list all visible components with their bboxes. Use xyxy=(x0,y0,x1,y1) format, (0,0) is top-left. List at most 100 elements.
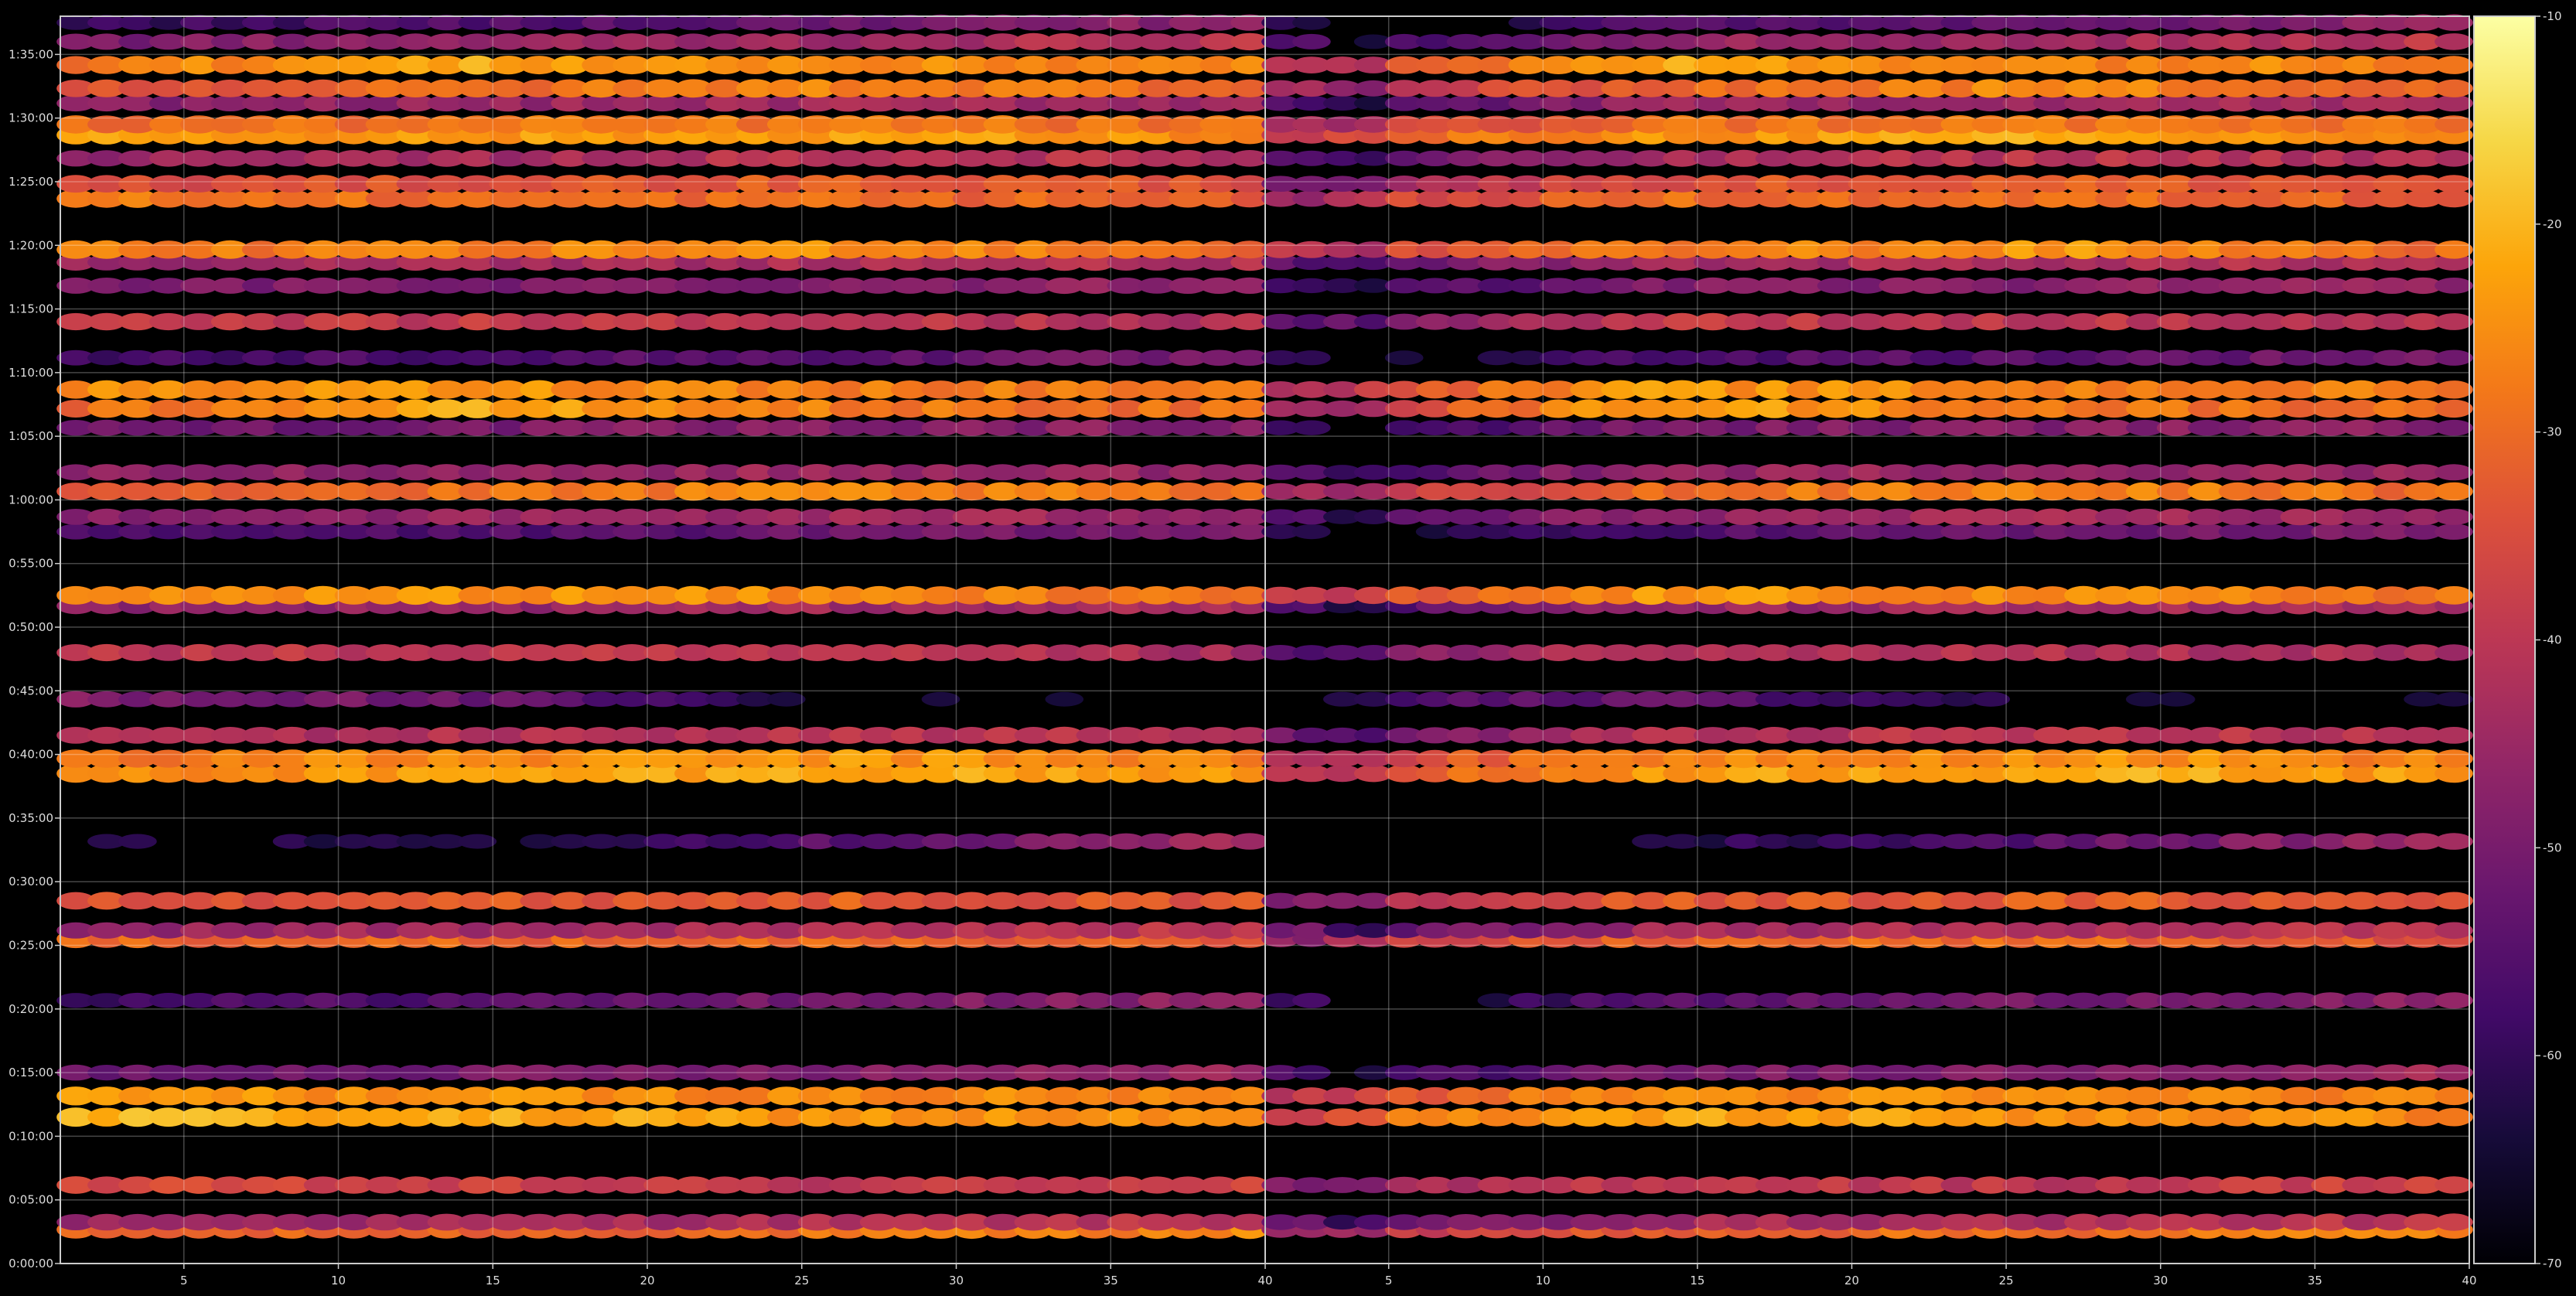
band-row xyxy=(56,240,1269,259)
band-row xyxy=(56,312,1269,331)
heat-cell xyxy=(2434,524,2473,540)
heat-cell xyxy=(2434,992,2473,1009)
y-tick-label: 0:30:00 xyxy=(9,875,53,888)
heat-cell xyxy=(1292,33,1331,49)
heat-cell xyxy=(2434,79,2473,97)
y-tick-label: 0:50:00 xyxy=(9,620,53,634)
y-tick-label: 1:15:00 xyxy=(9,302,53,316)
heat-cell xyxy=(1384,350,1424,366)
colorbar-tick-label: -40 xyxy=(2543,633,2562,647)
band-row xyxy=(1261,892,2473,910)
band-row xyxy=(1261,1213,2473,1231)
band-row xyxy=(1261,524,2473,541)
y-tick-label: 0:55:00 xyxy=(9,557,53,571)
band-row xyxy=(1261,380,2473,399)
band-row xyxy=(56,79,1269,98)
x-tick-label: 15 xyxy=(486,1274,500,1287)
band-row xyxy=(56,55,1269,75)
band-row xyxy=(56,1086,1269,1106)
band-row xyxy=(56,922,1269,940)
heat-cell xyxy=(2434,586,2473,605)
heat-cell xyxy=(2434,464,2473,481)
heat-cell xyxy=(2434,727,2473,744)
y-tick-label: 1:05:00 xyxy=(9,429,53,443)
band-row xyxy=(56,726,1269,745)
x-tick-label: 10 xyxy=(331,1274,346,1287)
y-tick-label: 0:05:00 xyxy=(9,1193,53,1207)
band-row xyxy=(1261,643,2473,662)
x-tick-label: 35 xyxy=(1104,1274,1118,1287)
heat-cell xyxy=(921,691,960,707)
y-tick-label: 0:25:00 xyxy=(9,939,53,953)
heat-cell xyxy=(2434,1176,2473,1194)
band-row xyxy=(1261,32,2473,51)
heatmap-figure: 5 10 15 20 25 30 35 40 0:00:00 0:05:00 0:10:00 0:15… xyxy=(0,0,2576,1293)
heat-cell xyxy=(2434,380,2473,399)
x-tick-label: 15 xyxy=(1690,1274,1704,1287)
y-tick-label: 1:20:00 xyxy=(9,238,53,252)
y-tick-label: 1:30:00 xyxy=(9,111,53,125)
band-row xyxy=(56,399,1269,418)
heat-cell xyxy=(2434,350,2473,366)
x-tick-label: 40 xyxy=(1257,1274,1272,1287)
heat-cell xyxy=(2434,94,2473,112)
colorbar-scale xyxy=(2473,15,2536,1264)
y-tick-label: 0:35:00 xyxy=(9,811,53,825)
band-row xyxy=(1261,508,2473,526)
heat-cell xyxy=(2434,749,2473,768)
band-row xyxy=(1261,585,2473,605)
colorbar-tick-label: -70 xyxy=(2543,1257,2562,1270)
heat-cell xyxy=(2156,691,2196,707)
heat-cell xyxy=(2434,175,2473,193)
band-row xyxy=(56,643,1269,662)
heat-cell xyxy=(2434,892,2473,910)
band-row xyxy=(1261,312,2473,331)
band-row xyxy=(56,464,1269,481)
x-tick-label: 5 xyxy=(180,1274,188,1287)
y-tick-label: 0:45:00 xyxy=(9,684,53,697)
y-tick-label: 1:25:00 xyxy=(9,175,53,189)
band-row xyxy=(56,992,1269,1009)
heat-cell xyxy=(2434,240,2473,259)
heat-cell xyxy=(2434,1086,2473,1106)
band-row xyxy=(56,1176,1269,1194)
heat-cell xyxy=(2434,150,2473,167)
band-row xyxy=(56,277,1269,295)
band-row xyxy=(56,1213,1269,1231)
heat-cell xyxy=(2434,399,2473,418)
colorbar-tick-label: -20 xyxy=(2543,217,2562,231)
band-row xyxy=(1261,55,2473,75)
y-tick-label: 0:10:00 xyxy=(9,1129,53,1143)
band-row xyxy=(56,749,1269,769)
heat-cell xyxy=(767,691,806,707)
band-row xyxy=(1261,482,2473,501)
band-row xyxy=(56,175,1269,193)
heat-cell xyxy=(1292,350,1331,366)
heat-cell xyxy=(2434,833,2473,850)
band-row xyxy=(56,585,1269,605)
band-row xyxy=(1261,1176,2473,1194)
band-row xyxy=(56,350,1269,367)
band-row xyxy=(1261,726,2473,745)
band-row xyxy=(1261,399,2473,418)
y-tick-label: 1:00:00 xyxy=(9,493,53,506)
heat-cell xyxy=(2434,691,2473,707)
heat-cell xyxy=(1292,420,1331,435)
heat-cell xyxy=(1292,15,1331,30)
band-row xyxy=(1261,277,2473,295)
heat-cell xyxy=(458,834,497,849)
x-tick-label: 25 xyxy=(1999,1274,2014,1287)
panel-1: 5 10 15 20 25 30 35 40 0:00:00 0:05:00 0:10:00 0:15… xyxy=(9,14,1273,1287)
panels-layer: 5 10 15 20 25 30 35 40 0:00:00 0:05:00 0:10:00 0:15… xyxy=(9,14,2477,1287)
heat-cell xyxy=(118,834,157,849)
y-tick-label: 0:40:00 xyxy=(9,748,53,762)
heat-cell xyxy=(2434,1213,2473,1231)
panel-2: 5 10 15 20 25 30 35 40 xyxy=(1261,14,2477,1287)
heat-cell xyxy=(2434,33,2473,50)
heat-cell xyxy=(2434,278,2473,294)
x-tick-label: 30 xyxy=(949,1274,964,1287)
x-tick-label: 40 xyxy=(2462,1274,2476,1287)
heat-cell xyxy=(2434,644,2473,661)
heat-cell xyxy=(1971,691,2010,707)
band-row xyxy=(56,419,1269,436)
